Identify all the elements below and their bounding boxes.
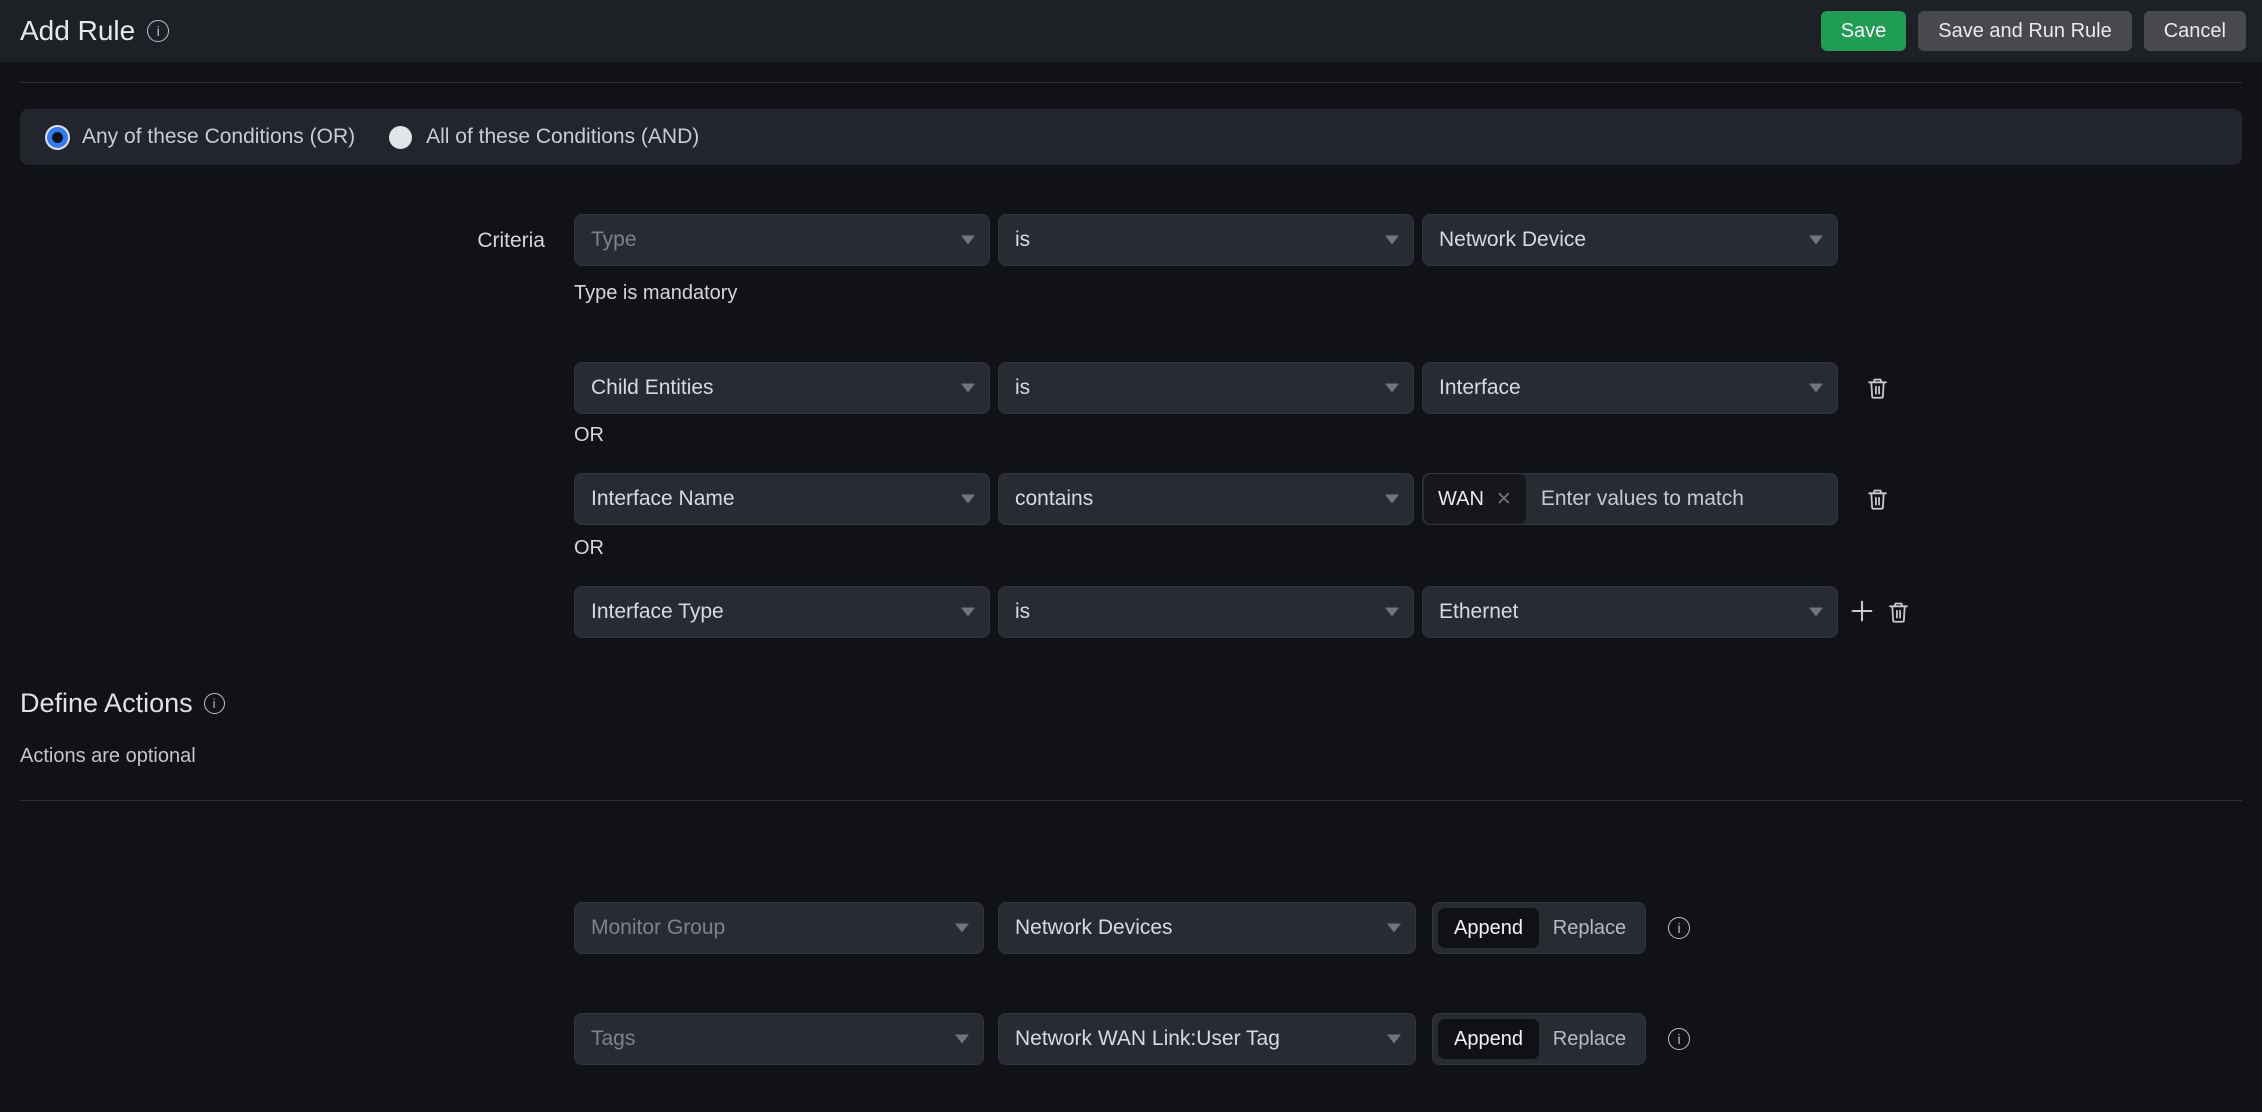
chevron-down-icon: [1809, 608, 1823, 617]
criteria-row3-values-input[interactable]: WAN ✕ Enter values to match: [1422, 473, 1838, 525]
criteria-row2-operator-value: is: [1015, 376, 1030, 400]
action-row1-mode-toggle: Append Replace: [1432, 902, 1646, 954]
action-row2-value-select[interactable]: Network WAN Link:User Tag: [998, 1013, 1416, 1065]
chevron-down-icon: [1385, 495, 1399, 504]
append-toggle-option[interactable]: Append: [1438, 1019, 1539, 1059]
info-icon[interactable]: i: [1668, 917, 1690, 939]
or-divider-label: OR: [574, 537, 604, 560]
criteria-row2-operator-select[interactable]: is: [998, 362, 1414, 414]
action-row2-type-value: Tags: [591, 1027, 635, 1051]
criteria-row4-field-select[interactable]: Interface Type: [574, 586, 990, 638]
type-mandatory-note: Type is mandatory: [574, 282, 737, 305]
info-icon[interactable]: i: [147, 20, 169, 42]
criteria-row4-value: Ethernet: [1439, 600, 1518, 624]
criteria-row3-operator-select[interactable]: contains: [998, 473, 1414, 525]
criteria-row2-field-value: Child Entities: [591, 376, 714, 400]
add-rule-screen: Add Rule i Save Save and Run Rule Cancel…: [0, 0, 2262, 1112]
trash-icon: [1864, 486, 1891, 513]
chevron-down-icon: [1385, 236, 1399, 245]
cancel-button[interactable]: Cancel: [2144, 11, 2246, 51]
chevron-down-icon: [961, 384, 975, 393]
delete-condition-button[interactable]: [1884, 598, 1912, 626]
condition-mode-bar: Any of these Conditions (OR) All of thes…: [20, 109, 2242, 165]
criteria-row4-operator-value: is: [1015, 600, 1030, 624]
criteria-row1-operator-value: is: [1015, 228, 1030, 252]
action-row2-type-select[interactable]: Tags: [574, 1013, 984, 1065]
chevron-down-icon: [961, 495, 975, 504]
chevron-down-icon: [1385, 384, 1399, 393]
action-row1-type-select[interactable]: Monitor Group: [574, 902, 984, 954]
chevron-down-icon: [961, 236, 975, 245]
chevron-down-icon: [1387, 924, 1401, 933]
trash-icon: [1885, 599, 1912, 626]
save-and-run-rule-button[interactable]: Save and Run Rule: [1918, 11, 2131, 51]
info-icon[interactable]: i: [1668, 1028, 1690, 1050]
delete-condition-button[interactable]: [1863, 485, 1891, 513]
criteria-row4-operator-select[interactable]: is: [998, 586, 1414, 638]
value-chip-text: WAN: [1438, 488, 1484, 511]
chevron-down-icon: [961, 608, 975, 617]
criteria-row4-value-select[interactable]: Ethernet: [1422, 586, 1838, 638]
radio-unselected-icon: [389, 126, 412, 149]
or-divider-label: OR: [574, 424, 604, 447]
radio-any-conditions-or[interactable]: Any of these Conditions (OR): [47, 125, 355, 149]
criteria-row1-value-select[interactable]: Network Device: [1422, 214, 1838, 266]
page-title-text: Add Rule: [20, 15, 135, 47]
radio-all-label: All of these Conditions (AND): [426, 125, 699, 149]
action-row1-value: Network Devices: [1015, 916, 1173, 940]
action-row2-mode-toggle: Append Replace: [1432, 1013, 1646, 1065]
criteria-row1-operator-select[interactable]: is: [998, 214, 1414, 266]
plus-icon: [1848, 597, 1876, 625]
actions-divider: [20, 800, 2242, 801]
chevron-down-icon: [955, 924, 969, 933]
append-toggle-option[interactable]: Append: [1438, 908, 1539, 948]
save-button[interactable]: Save: [1821, 11, 1907, 51]
replace-toggle-option[interactable]: Replace: [1539, 908, 1640, 948]
radio-selected-icon: [47, 127, 68, 148]
delete-condition-button[interactable]: [1863, 374, 1891, 402]
action-row2-value: Network WAN Link:User Tag: [1015, 1027, 1280, 1051]
criteria-row3-field-value: Interface Name: [591, 487, 735, 511]
define-actions-title: Define Actions i: [20, 688, 225, 719]
chevron-down-icon: [955, 1035, 969, 1044]
page-title: Add Rule i: [20, 15, 169, 47]
criteria-row3-field-select[interactable]: Interface Name: [574, 473, 990, 525]
actions-optional-note: Actions are optional: [20, 745, 196, 768]
value-chip: WAN ✕: [1424, 474, 1526, 524]
info-icon[interactable]: i: [204, 693, 225, 714]
criteria-row2-field-select[interactable]: Child Entities: [574, 362, 990, 414]
radio-all-conditions-and[interactable]: All of these Conditions (AND): [389, 125, 699, 149]
criteria-row1-field-select[interactable]: Type: [574, 214, 990, 266]
chevron-down-icon: [1387, 1035, 1401, 1044]
action-row1-value-select[interactable]: Network Devices: [998, 902, 1416, 954]
radio-any-label: Any of these Conditions (OR): [82, 125, 355, 149]
criteria-row2-value-select[interactable]: Interface: [1422, 362, 1838, 414]
criteria-row4-field-value: Interface Type: [591, 600, 724, 624]
values-input-placeholder: Enter values to match: [1541, 487, 1744, 511]
criteria-row1-field-value: Type: [591, 228, 637, 252]
criteria-row1-value: Network Device: [1439, 228, 1586, 252]
add-condition-button[interactable]: [1848, 597, 1876, 625]
define-actions-title-text: Define Actions: [20, 688, 193, 719]
replace-toggle-option[interactable]: Replace: [1539, 1019, 1640, 1059]
header-bar: Add Rule i Save Save and Run Rule Cancel: [0, 0, 2262, 62]
trash-icon: [1864, 375, 1891, 402]
chevron-down-icon: [1385, 608, 1399, 617]
chevron-down-icon: [1809, 384, 1823, 393]
chevron-down-icon: [1809, 236, 1823, 245]
criteria-row3-operator-value: contains: [1015, 487, 1093, 511]
action-row1-type-value: Monitor Group: [591, 916, 725, 940]
criteria-row2-value: Interface: [1439, 376, 1521, 400]
header-divider: [20, 82, 2242, 83]
criteria-label: Criteria: [390, 229, 545, 253]
remove-chip-icon[interactable]: ✕: [1496, 488, 1512, 511]
